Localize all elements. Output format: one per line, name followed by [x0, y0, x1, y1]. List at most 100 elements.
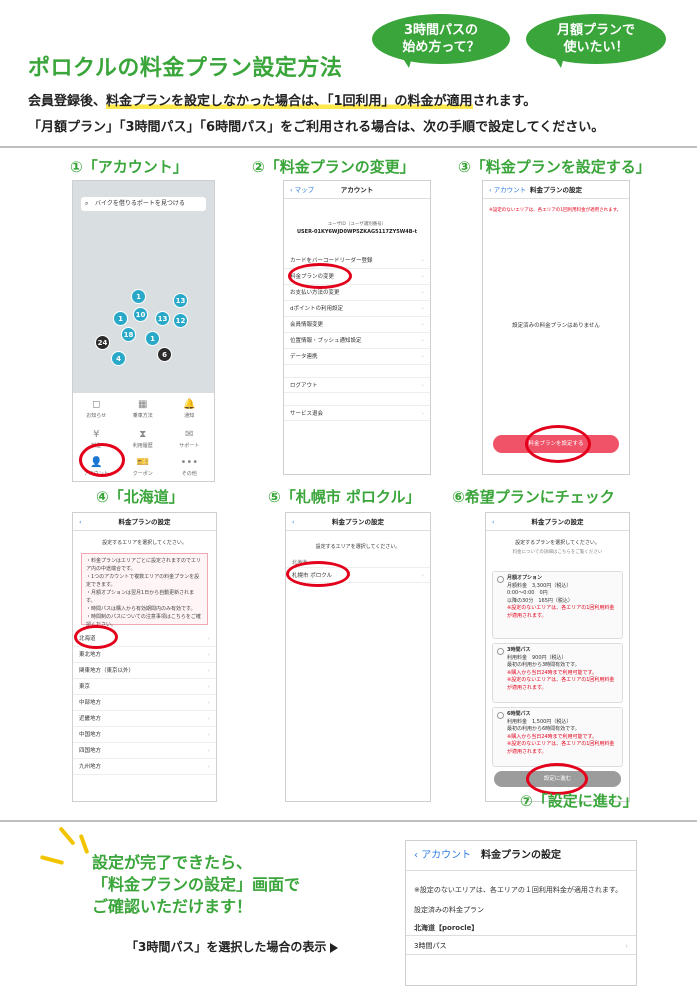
map-pin[interactable]: 1	[131, 289, 146, 304]
note-line: ・料金プランはエリアごとに設定されますのでエリア内の中途端合です。	[86, 558, 202, 572]
map-pin[interactable]: 4	[111, 351, 126, 366]
area-kyushu[interactable]: 九州地方 ›	[73, 759, 216, 775]
page-title: ポロクルの料金プラン設定方法	[28, 56, 343, 81]
back-label: アカウント	[421, 850, 472, 861]
phone-screen-city: ‹ 料金プランの設定 設定するエリアを選択してください。 北海道 札幌市 ポロク…	[285, 512, 431, 802]
plan-detail: 0:00〜0:00 0円	[507, 590, 548, 596]
row-member-info[interactable]: 会員情報変更 ›	[284, 317, 430, 333]
back-button[interactable]: ‹	[292, 513, 295, 531]
back-button[interactable]: ‹	[492, 513, 495, 531]
chevron-right-icon: ›	[207, 732, 210, 738]
nav-bar: ‹ 料金プランの設定	[73, 513, 216, 531]
speech-bubble-3hour: 3時間パスの 始め方って？	[372, 14, 510, 68]
row-label: 近畿地方	[79, 716, 102, 722]
area-kinki[interactable]: 近畿地方 ›	[73, 711, 216, 727]
back-label: マップ	[294, 186, 315, 194]
chevron-right-icon: ›	[207, 652, 210, 658]
nav-title: 料金プランの設定	[481, 850, 561, 861]
highlight-ring	[74, 625, 118, 649]
area-prompt: 設定するエリアを選択してください。	[102, 540, 187, 546]
map-view[interactable]: ⌕ バイクを借りるポートを見つける 1 13 1 10 13 12 18 24 …	[73, 181, 214, 393]
chevron-right-icon: ›	[421, 411, 424, 417]
row-data-link[interactable]: データ連携 ›	[284, 349, 430, 365]
menu-support[interactable]: ✉ サポート	[166, 425, 213, 453]
radio-button[interactable]	[497, 576, 504, 583]
menu-other[interactable]: ••• その他	[166, 453, 213, 481]
intro-text: 会員登録後、	[28, 94, 107, 109]
result-caption: 「3時間パス」を選択した場合の表示	[126, 938, 339, 955]
map-pin[interactable]: 18	[121, 327, 136, 342]
back-button[interactable]: ‹ アカウント	[489, 181, 526, 199]
note-line: ・1つのアカウントで複数エリアの料金プランを設定できます。	[86, 574, 200, 588]
plan-note: ※購入から当日24時まで利用可能です。	[507, 733, 598, 740]
step-label-6: ⑥希望プランにチェック	[452, 488, 615, 506]
area-chugoku[interactable]: 中国地方 ›	[73, 727, 216, 743]
port-search-bar[interactable]: ⌕ バイクを借りるポートを見つける	[81, 197, 206, 211]
back-button[interactable]: ‹ アカウント	[414, 841, 471, 871]
row-label: 中国地方	[79, 732, 102, 738]
chevron-right-icon: ›	[421, 274, 424, 280]
row-label: 四国地方	[79, 748, 102, 754]
step-label-3: ③「料金プランを設定する」	[458, 158, 651, 176]
plan-card-3hour[interactable]: 3時間パス 利用料金 900円（税込） 最初の利用から3時間有効です。 ※購入か…	[492, 643, 623, 703]
plan-card-monthly[interactable]: 月額オプション 月額料金 3,300円（税込） 0:00〜0:00 0円 以降の…	[492, 571, 623, 639]
back-button[interactable]: ‹	[79, 513, 82, 531]
chevron-right-icon: ›	[421, 354, 424, 360]
menu-notify[interactable]: 🔔 通知	[166, 395, 213, 423]
map-pin[interactable]: 13	[173, 293, 188, 308]
back-label: アカウント	[493, 186, 527, 194]
menu-news[interactable]: ◻ お知らせ	[73, 395, 120, 423]
map-pin[interactable]: 1	[113, 311, 128, 326]
menu-history[interactable]: ⧗ 利用履歴	[120, 425, 167, 453]
area-tohoku[interactable]: 東北地方 ›	[73, 647, 216, 663]
plan-name: 3時間パス	[414, 942, 447, 950]
nav-title: 料金プランの設定	[118, 518, 171, 526]
row-dpoint[interactable]: dポイントの利用設定 ›	[284, 301, 430, 317]
area-kanto[interactable]: 関東地方（東京以外） ›	[73, 663, 216, 679]
highlight-ring	[288, 263, 352, 289]
chevron-right-icon: ›	[207, 684, 210, 690]
result-plan-row[interactable]: 3時間パス ›	[406, 935, 636, 955]
final-line: 「料金プランの設定」画面で	[92, 875, 301, 894]
empty-message: 設定済みの料金プランはありません	[512, 323, 600, 329]
plan-name: 3時間パス	[507, 647, 531, 653]
note-line: ・時間パスは購入から有効期間内のみ有効です。	[86, 606, 196, 612]
accent-burst	[58, 826, 76, 846]
menu-howto[interactable]: ▦ 乗車方法	[120, 395, 167, 423]
final-message: 設定が完了できたら、 「料金プランの設定」画面で ご確認いただけます！	[92, 852, 300, 918]
map-pin[interactable]: 6	[157, 347, 172, 362]
menu-coupon[interactable]: 🎫 クーポン	[120, 453, 167, 481]
plan-card-6hour[interactable]: 6時間パス 利用料金 1,500円（税込） 最初の利用から6時間有効です。 ※購…	[492, 707, 623, 767]
mail-icon: ✉	[185, 429, 194, 440]
area-chubu[interactable]: 中部地方 ›	[73, 695, 216, 711]
row-location[interactable]: 位置情報・プッシュ通知設定 ›	[284, 333, 430, 349]
row-withdraw[interactable]: サービス退会 ›	[284, 405, 430, 421]
row-label: 九州地方	[79, 764, 102, 770]
nav-bar: ‹ アカウント 料金プランの設定	[406, 841, 636, 871]
chevron-right-icon: ›	[207, 700, 210, 706]
step-label-1: ①「アカウント」	[70, 158, 188, 176]
map-pin[interactable]: 13	[155, 311, 170, 326]
area-tokyo[interactable]: 東京 ›	[73, 679, 216, 695]
row-logout[interactable]: ログアウト ›	[284, 377, 430, 393]
row-label: 中部地方	[79, 700, 102, 706]
radio-button[interactable]	[497, 648, 504, 655]
map-pin[interactable]: 10	[133, 307, 148, 322]
area-shikoku[interactable]: 四国地方 ›	[73, 743, 216, 759]
map-pin[interactable]: 12	[173, 313, 188, 328]
plan-subnote: 料金についての詳細はこちらをご覧ください	[512, 550, 603, 555]
divider	[0, 146, 697, 148]
plan-detail: 最初の利用から3時間有効です。	[507, 662, 580, 668]
map-pin[interactable]: 24	[95, 335, 110, 350]
intro-line-1: 会員登録後、料金プランを設定しなかった場合は、「1回利用」の料金が適用されます。	[28, 90, 536, 109]
row-label: 東北地方	[79, 652, 102, 658]
chevron-right-icon: ›	[421, 383, 424, 389]
radio-button[interactable]	[497, 712, 504, 719]
caption-text: 「3時間パス」を選択した場合の表示	[126, 940, 327, 954]
phone-screen-plan-empty: ‹ アカウント 料金プランの設定 ※設定のないエリアは、各エリアの1回利用料金が…	[482, 180, 630, 475]
plan-note: ※購入から当日24時まで利用可能です。	[507, 669, 598, 676]
nav-title: 料金プランの設定	[531, 518, 584, 526]
bubble-text-line1: 3時間パスの	[403, 23, 479, 38]
back-button[interactable]: ‹ マップ	[290, 181, 314, 199]
map-pin[interactable]: 1	[145, 331, 160, 346]
